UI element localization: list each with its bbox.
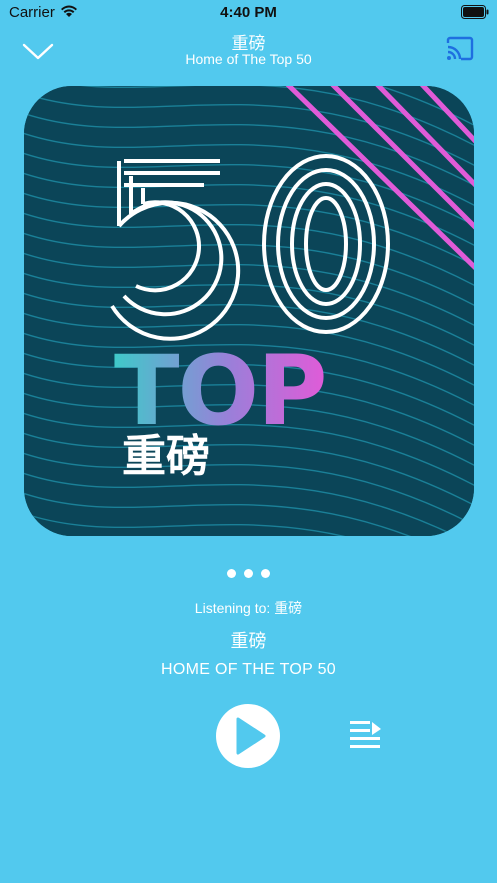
album-artwork: TOP 重磅	[24, 86, 474, 536]
battery-icon	[461, 5, 489, 24]
listening-to: Listening to: 重磅	[0, 598, 497, 618]
page-dot[interactable]	[226, 569, 236, 578]
page-indicator[interactable]	[0, 565, 497, 578]
queue-icon[interactable]	[348, 718, 384, 754]
listening-station: 重磅	[274, 600, 303, 616]
page-dot[interactable]	[261, 569, 271, 578]
artwork-chinese-text: 重磅	[122, 431, 210, 482]
station-name: 重磅	[230, 631, 267, 651]
page-dot[interactable]	[244, 569, 253, 578]
nav-subtitle: Home of The Top 50	[185, 51, 312, 67]
nav-bar: 重磅 Home of The Top 50	[0, 26, 497, 70]
listening-label: Listening to:	[194, 600, 271, 616]
status-bar: Carrier 4:40 PM	[0, 0, 497, 26]
play-icon	[236, 717, 266, 755]
cast-icon[interactable]	[445, 35, 475, 63]
play-button[interactable]	[216, 704, 280, 768]
status-time: 4:40 PM	[220, 4, 277, 21]
station-description: HOME OF THE TOP 50	[161, 661, 336, 678]
